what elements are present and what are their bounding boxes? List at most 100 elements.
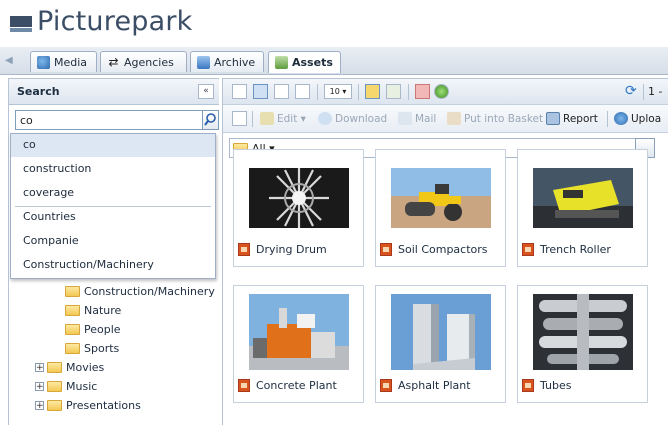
media-icon: [37, 55, 50, 69]
asset-card[interactable]: Asphalt Plant: [375, 285, 506, 403]
thumbnail-view-icon[interactable]: [253, 84, 268, 99]
upload-button[interactable]: Uploa: [614, 110, 661, 127]
mail-icon: [398, 112, 412, 125]
asset-card[interactable]: Tubes: [517, 285, 648, 403]
collapse-panel-button[interactable]: «: [198, 84, 214, 99]
suggestion-item[interactable]: Construction/Machinery: [11, 254, 215, 277]
tab-label: Agencies: [124, 55, 174, 69]
folder-icon: [65, 343, 80, 354]
folder-icon: [47, 381, 62, 392]
image-file-icon: [522, 378, 534, 392]
asset-title: Soil Compactors: [380, 240, 488, 258]
tree-item[interactable]: Sports: [65, 340, 119, 357]
mail-label: Mail: [415, 112, 437, 125]
tree-item[interactable]: + Presentations: [35, 397, 141, 414]
app-title: Picturepark: [37, 6, 193, 37]
large-grid-icon[interactable]: [295, 84, 310, 99]
asset-card[interactable]: Soil Compactors: [375, 149, 506, 267]
expand-icon[interactable]: +: [35, 363, 44, 373]
tab-agencies[interactable]: ⇄ Agencies: [100, 51, 187, 72]
folder-icon: [47, 362, 62, 373]
panel-title: Search: [17, 85, 60, 98]
image-file-icon: [238, 378, 250, 392]
asset-title-text: Tubes: [540, 378, 572, 392]
tree-item-label: Nature: [84, 304, 122, 317]
image-file-icon: [522, 242, 534, 256]
suggestion-item[interactable]: Countries: [11, 206, 215, 229]
image-file-icon: [380, 242, 392, 256]
expand-icon[interactable]: +: [35, 382, 44, 392]
search-input[interactable]: co: [15, 110, 203, 130]
edit-label: Edit ▾: [277, 112, 306, 125]
suggestion-item[interactable]: Companie: [11, 230, 215, 253]
remove-icon[interactable]: [415, 84, 430, 99]
asset-title: Asphalt Plant: [380, 376, 471, 394]
page-size-select[interactable]: 10 ▾: [324, 84, 352, 99]
asset-title-text: Asphalt Plant: [398, 378, 471, 392]
folder-icon: [65, 286, 80, 297]
search-button[interactable]: [203, 110, 219, 130]
preview-icon[interactable]: [365, 84, 380, 99]
tab-archive[interactable]: Archive: [190, 51, 264, 72]
action-toolbar: Edit ▾ Download Mail Put into Basket Rep…: [223, 105, 668, 133]
tree-item-label: Presentations: [66, 399, 141, 412]
asset-thumbnail: [391, 294, 491, 370]
image-file-icon: [380, 378, 392, 392]
list-view-icon[interactable]: [232, 84, 247, 99]
app-window: Picturepark ◀ Media ⇄ Agencies Archive A…: [0, 0, 668, 425]
back-arrow-icon[interactable]: ◀: [5, 55, 17, 67]
upload-icon: [614, 112, 628, 125]
tab-label: Media: [54, 55, 88, 69]
refresh-icon[interactable]: ⟳: [625, 84, 640, 99]
asset-card[interactable]: Trench Roller: [517, 149, 648, 267]
report-icon: [546, 112, 560, 125]
small-grid-icon[interactable]: [274, 84, 289, 99]
search-panel-header: Search «: [9, 79, 219, 105]
expand-icon[interactable]: +: [35, 401, 44, 411]
magnifier-icon: [204, 113, 216, 126]
asset-thumbnail: [533, 294, 633, 370]
compare-icon[interactable]: [386, 84, 401, 99]
basket-label: Put into Basket: [464, 112, 544, 125]
basket-icon: [447, 112, 461, 125]
upload-label: Uploa: [631, 112, 662, 125]
tree-item[interactable]: Nature: [65, 302, 121, 319]
globe-icon[interactable]: [434, 84, 449, 99]
view-toolbar: 10 ▾ ⟳ 1 -: [223, 79, 668, 105]
tree-item[interactable]: + Music: [35, 378, 97, 395]
tab-media[interactable]: Media: [30, 51, 97, 72]
tree-item[interactable]: + Movies: [35, 359, 104, 376]
tab-label: Assets: [292, 56, 333, 69]
page-indicator: 1 -: [648, 85, 663, 98]
download-label: Download: [335, 112, 388, 125]
tree-item[interactable]: Construction/Machinery: [65, 283, 215, 300]
asset-card[interactable]: Concrete Plant: [233, 285, 364, 403]
download-button[interactable]: Download: [318, 110, 387, 127]
basket-button[interactable]: Put into Basket: [447, 110, 543, 127]
edit-button[interactable]: Edit ▾: [260, 110, 306, 127]
asset-title: Concrete Plant: [238, 376, 337, 394]
tree-item-label: Construction/Machinery: [84, 285, 215, 298]
asset-title-text: Soil Compactors: [398, 242, 488, 256]
report-label: Report: [563, 112, 598, 125]
edit-icon: [260, 112, 274, 125]
archive-icon: [197, 55, 210, 69]
tree-item[interactable]: People: [65, 321, 121, 338]
asset-card[interactable]: Drying Drum: [233, 149, 364, 267]
suggestion-item[interactable]: co: [11, 134, 215, 157]
download-icon: [318, 112, 332, 125]
assets-panel: 10 ▾ ⟳ 1 - Edit ▾ Download Mail Put into…: [222, 78, 668, 425]
asset-thumbnail: [391, 168, 491, 228]
tab-assets[interactable]: Assets: [268, 51, 341, 73]
tab-bar: ◀ Media ⇄ Agencies Archive Assets: [0, 47, 668, 75]
suggestion-item[interactable]: coverage: [11, 182, 215, 205]
assets-icon: [275, 56, 288, 69]
select-all-icon[interactable]: [232, 111, 247, 126]
search-suggestions: co construction coverage Countries Compa…: [10, 133, 216, 279]
suggestion-item[interactable]: construction: [11, 158, 215, 181]
mail-button[interactable]: Mail: [398, 110, 436, 127]
report-button[interactable]: Report: [546, 110, 598, 127]
tree-item-label: People: [84, 323, 121, 336]
asset-title: Tubes: [522, 376, 572, 394]
asset-title-text: Drying Drum: [256, 242, 327, 256]
